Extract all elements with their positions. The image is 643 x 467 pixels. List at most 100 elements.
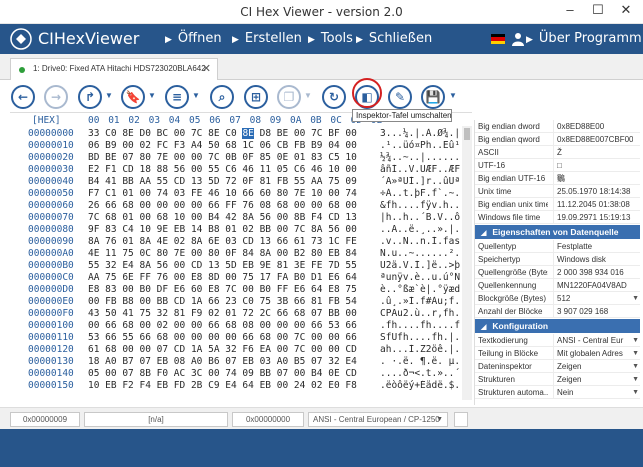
row-bytes[interactable]: 00 66 68 00 02 00 00 66 68 08 00 00 00 6… [88,320,357,331]
row-bytes[interactable]: 61 68 00 00 07 CD 1A 5A 32 F6 EA 00 7C 0… [88,344,357,355]
inspector-row[interactable]: Quellentyp Festplatte [475,240,640,253]
section-configuration[interactable]: ◢ Konfiguration [475,319,640,333]
row-ascii[interactable]: âñÍ..V.UÆF..ÆF.. [380,164,460,175]
row-bytes[interactable]: 00 FB B8 00 BB CD 1A 66 23 C0 75 3B 66 8… [88,296,357,307]
inspector-row[interactable]: UTF-16 □ [475,159,640,172]
inspector-row[interactable]: Teilung in Blöcke Mit globalen Adres ▼ [475,347,640,360]
inspector-row[interactable]: Unix time 25.05.1970 18:14:38 [475,185,640,198]
row-ascii[interactable]: .v..N..n.Í.fas.þ [380,236,460,247]
save-button[interactable]: 💾 [421,85,445,109]
inspector-row[interactable]: Anzahl der Blöcke 3 907 029 168 [475,305,640,318]
tab-drive0[interactable]: 1: Drive0: Fixed ATA Hitachi HDS723020BL… [10,58,218,80]
row-bytes[interactable]: 55 32 E4 8A 56 00 CD 13 5D EB 9E 81 3E F… [88,260,357,271]
chevron-down-icon[interactable]: ▼ [632,373,639,385]
bookmark-button[interactable]: 🔖 [121,85,145,109]
edit-button[interactable]: ✎ [388,85,412,109]
row-ascii[interactable]: .¹..üó¤Ph..Ëû¹.. [380,140,460,151]
row-ascii[interactable]: ah...Í.Z2öê.|..Í [380,344,460,355]
row-ascii[interactable]: ..Ä..ë.¸..».|.V. [380,224,460,235]
row-bytes[interactable]: BD BE 07 80 7E 00 00 7C 0B 0F 85 0E 01 8… [88,152,357,163]
chevron-down-icon[interactable]: ▼ [632,334,639,346]
menu-about[interactable]: ▶ Über Programm [526,31,642,46]
row-ascii[interactable]: CPAu2.ù..r,fh.». [380,308,460,319]
inspector-row[interactable]: Big endian unix time 11.12.2045 01:38:08 [475,198,640,211]
row-bytes[interactable]: B4 41 BB AA 55 CD 13 5D 72 0F 81 FB 55 A… [88,176,357,187]
row-ascii[interactable]: ªunÿv.è..u.ú°Ñæd [380,272,460,283]
row-bytes[interactable]: 26 66 68 00 00 00 00 66 FF 76 08 68 00 0… [88,200,357,211]
inspector-row[interactable]: Quellenkennung MN1220FA04V8AD [475,279,640,292]
row-bytes[interactable]: 18 A0 B7 07 EB 08 A0 B6 07 EB 03 A0 B5 0… [88,356,357,367]
close-tab-icon[interactable]: ✕ [202,62,211,75]
close-window-button[interactable]: ✕ [612,0,640,22]
inspector-row[interactable]: Big endian qword 0x8ED88E007CBF0006 [475,133,640,146]
row-ascii[interactable]: 3...¼.|.À.Ø¾.|¿. [380,128,460,139]
search-button[interactable]: ⌕ [210,85,234,109]
row-bytes[interactable]: 06 B9 00 02 FC F3 A4 50 68 1C 06 CB FB B… [88,140,357,151]
row-ascii[interactable]: ÷Á..t.þF.f`.~..t [380,188,460,199]
german-flag-icon[interactable] [491,34,505,44]
inspector-row[interactable]: Strukturen Zeigen ▼ [475,373,640,386]
list-button[interactable]: ≡ [165,85,189,109]
chevron-down-icon[interactable]: ▼ [632,360,639,372]
row-ascii[interactable]: .û¸.»Í.f#Àu;f.ûT [380,296,460,307]
inspector-row[interactable]: Quellengröße (Bytes) 2 000 398 934 016 [475,266,640,279]
refresh-button[interactable]: ↻ [322,85,346,109]
inspector-row[interactable]: Speichertyp Windows disk [475,253,640,266]
row-bytes[interactable]: 05 00 07 8B F0 AC 3C 00 74 09 BB 07 00 B… [88,368,357,379]
row-bytes[interactable]: 4E 11 75 0C 80 7E 00 80 0F 84 8A 00 B2 8… [88,248,357,259]
section-datasource[interactable]: ◢ Eigenschaften von Datenquelle [475,225,640,239]
inspector-row[interactable]: Strukturen automa... Nein ▼ [475,386,640,399]
row-ascii[interactable]: N.u..~......².ë. [380,248,460,259]
selected-byte[interactable]: 8E [242,128,254,139]
row-ascii[interactable]: U2ä.V.Í.]ë..>þ}U [380,260,460,271]
user-icon[interactable] [512,32,524,46]
row-bytes[interactable]: 53 66 55 66 68 00 00 00 00 66 68 00 7C 0… [88,332,357,343]
row-bytes[interactable]: 9F 83 C4 10 9E EB 14 B8 01 02 BB 00 7C 8… [88,224,357,235]
bookmark-dropdown-icon[interactable]: ▼ [148,91,156,100]
encoding-select[interactable]: ANSI - Central European / CP-1250 ▼ [308,412,448,427]
copy-button[interactable]: ❐ [277,85,301,109]
row-ascii[interactable]: ....ð¬<.t.»..´.Í [380,368,460,379]
row-bytes[interactable]: AA 75 6E FF 76 00 E8 8D 00 75 17 FA B0 D… [88,272,357,283]
forward-button[interactable]: → [44,85,68,109]
menu-oeffnen[interactable]: ▶ Öffnen [165,31,222,46]
row-ascii[interactable]: . ·.ë. ¶.ë. µ.2ä [380,356,460,367]
row-ascii[interactable]: SfUfh....fh.|..f [380,332,460,343]
inspector-row[interactable]: Big endian dword 0x8ED88E00 [475,120,640,133]
inspector-row[interactable]: Dateninspektor Zeigen ▼ [475,360,640,373]
row-bytes[interactable]: 33 C0 8E D0 BC 00 7C 8E C0 8E D8 BE 00 7… [88,128,357,139]
chevron-down-icon[interactable]: ▼ [632,347,639,359]
menu-tools[interactable]: ▶ Tools [308,31,353,46]
inspector-row[interactable]: Big endian UTF-16 鸀 [475,172,640,185]
hex-scrollbar[interactable] [462,126,472,400]
inspector-row[interactable]: Blockgröße (Bytes) 512 ▼ [475,292,640,305]
inspector-row[interactable]: Textkodierung ANSI - Central Eur ▼ [475,334,640,347]
row-ascii[interactable]: &fh....fÿv.h..h. [380,200,460,211]
row-bytes[interactable]: E2 F1 CD 18 88 56 00 55 C6 46 11 05 C6 4… [88,164,357,175]
goto-dropdown-icon[interactable]: ▼ [105,91,113,100]
row-ascii[interactable]: |h..h..´B.V..ôÍ. [380,212,460,223]
row-bytes[interactable]: 43 50 41 75 32 81 F9 02 01 72 2C 66 68 0… [88,308,357,319]
chevron-down-icon[interactable]: ▼ [632,292,639,304]
copy-dropdown-icon[interactable]: ▼ [304,91,312,100]
row-ascii[interactable]: .ëòôëý+Éädë.$.àø [380,380,460,391]
list-dropdown-icon[interactable]: ▼ [192,91,200,100]
row-bytes[interactable]: 7C 68 01 00 68 10 00 B4 42 8A 56 00 8B F… [88,212,357,223]
row-ascii[interactable]: è..°ßæ`è|.°ÿædèu [380,284,460,295]
back-button[interactable]: ← [11,85,35,109]
row-bytes[interactable]: 8A 76 01 8A 4E 02 8A 6E 03 CD 13 66 61 7… [88,236,357,247]
grid-button[interactable]: ⊞ [244,85,268,109]
menu-schliessen[interactable]: ▶ Schließen [356,31,432,46]
minimize-button[interactable]: – [556,0,584,22]
hex-view[interactable]: [HEX] 000102030405060708090A0B0C0D0E 000… [10,112,472,400]
menu-erstellen[interactable]: ▶ Erstellen [232,31,302,46]
maximize-button[interactable]: ☐ [584,0,612,22]
row-bytes[interactable]: F7 C1 01 00 74 03 FE 46 10 66 60 80 7E 1… [88,188,357,199]
save-dropdown-icon[interactable]: ▼ [449,91,457,100]
scroll-thumb[interactable] [464,128,470,140]
inspector-row[interactable]: Windows file time 19.09.2971 15:19:13 [475,211,640,224]
row-ascii[interactable]: ´A»ªUÍ.]r..ûUªu. [380,176,460,187]
inspector-row[interactable]: ASCII Ž [475,146,640,159]
row-bytes[interactable]: E8 83 00 B0 DF E6 60 E8 7C 00 B0 FF E6 6… [88,284,357,295]
row-ascii[interactable]: ½¾..~..|......Å. [380,152,460,163]
